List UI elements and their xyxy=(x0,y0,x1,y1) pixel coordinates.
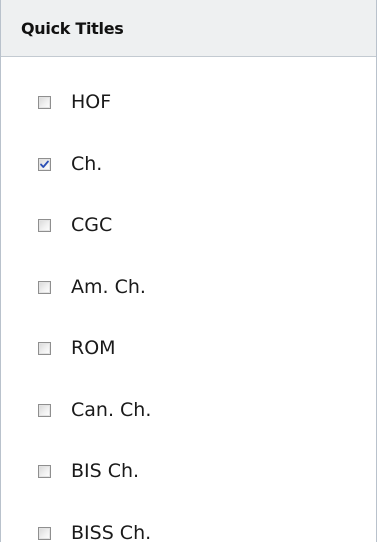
option-label: ROM xyxy=(71,337,116,359)
option-hof[interactable]: HOF xyxy=(1,77,376,127)
option-cgc[interactable]: CGC xyxy=(1,200,376,250)
checkbox-cgc[interactable] xyxy=(38,218,51,232)
option-label: Ch. xyxy=(71,153,103,175)
option-label: Can. Ch. xyxy=(71,399,152,421)
panel-header: Quick Titles xyxy=(1,0,376,57)
quick-titles-panel: Quick Titles HOF Ch. CGC Am. Ch. ROM Can… xyxy=(0,0,377,544)
option-bis-ch[interactable]: BIS Ch. xyxy=(1,446,376,496)
checkbox-can-ch[interactable] xyxy=(38,403,51,417)
checkbox-hof[interactable] xyxy=(38,95,51,109)
option-rom[interactable]: ROM xyxy=(1,323,376,373)
checkbox-rom[interactable] xyxy=(38,341,51,355)
panel-title: Quick Titles xyxy=(21,18,124,38)
option-label: CGC xyxy=(71,214,113,236)
option-label: HOF xyxy=(71,91,112,113)
option-am-ch[interactable]: Am. Ch. xyxy=(1,262,376,312)
checkbox-ch[interactable] xyxy=(38,157,51,171)
option-label: BISS Ch. xyxy=(71,522,152,544)
option-label: Am. Ch. xyxy=(71,276,146,298)
option-ch[interactable]: Ch. xyxy=(1,139,376,189)
checkbox-biss-ch[interactable] xyxy=(38,526,51,540)
option-label: BIS Ch. xyxy=(71,460,140,482)
option-biss-ch[interactable]: BISS Ch. xyxy=(1,508,376,558)
checkbox-am-ch[interactable] xyxy=(38,280,51,294)
checkmark-icon xyxy=(40,160,49,168)
checkbox-bis-ch[interactable] xyxy=(38,464,51,478)
option-can-ch[interactable]: Can. Ch. xyxy=(1,385,376,435)
